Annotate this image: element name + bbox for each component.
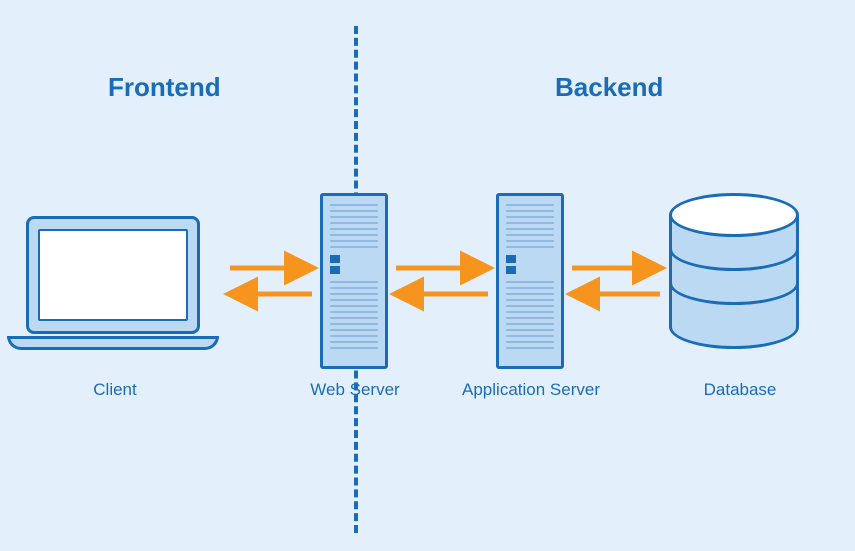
database-icon (669, 193, 799, 349)
web-server-label: Web Server (300, 380, 410, 400)
client-label: Client (50, 380, 180, 400)
application-server-icon (496, 193, 564, 369)
database-label: Database (690, 380, 790, 400)
application-server-label: Application Server (454, 380, 608, 400)
web-server-icon (320, 193, 388, 369)
backend-title: Backend (555, 72, 663, 103)
client-icon (26, 216, 219, 350)
frontend-title: Frontend (108, 72, 221, 103)
